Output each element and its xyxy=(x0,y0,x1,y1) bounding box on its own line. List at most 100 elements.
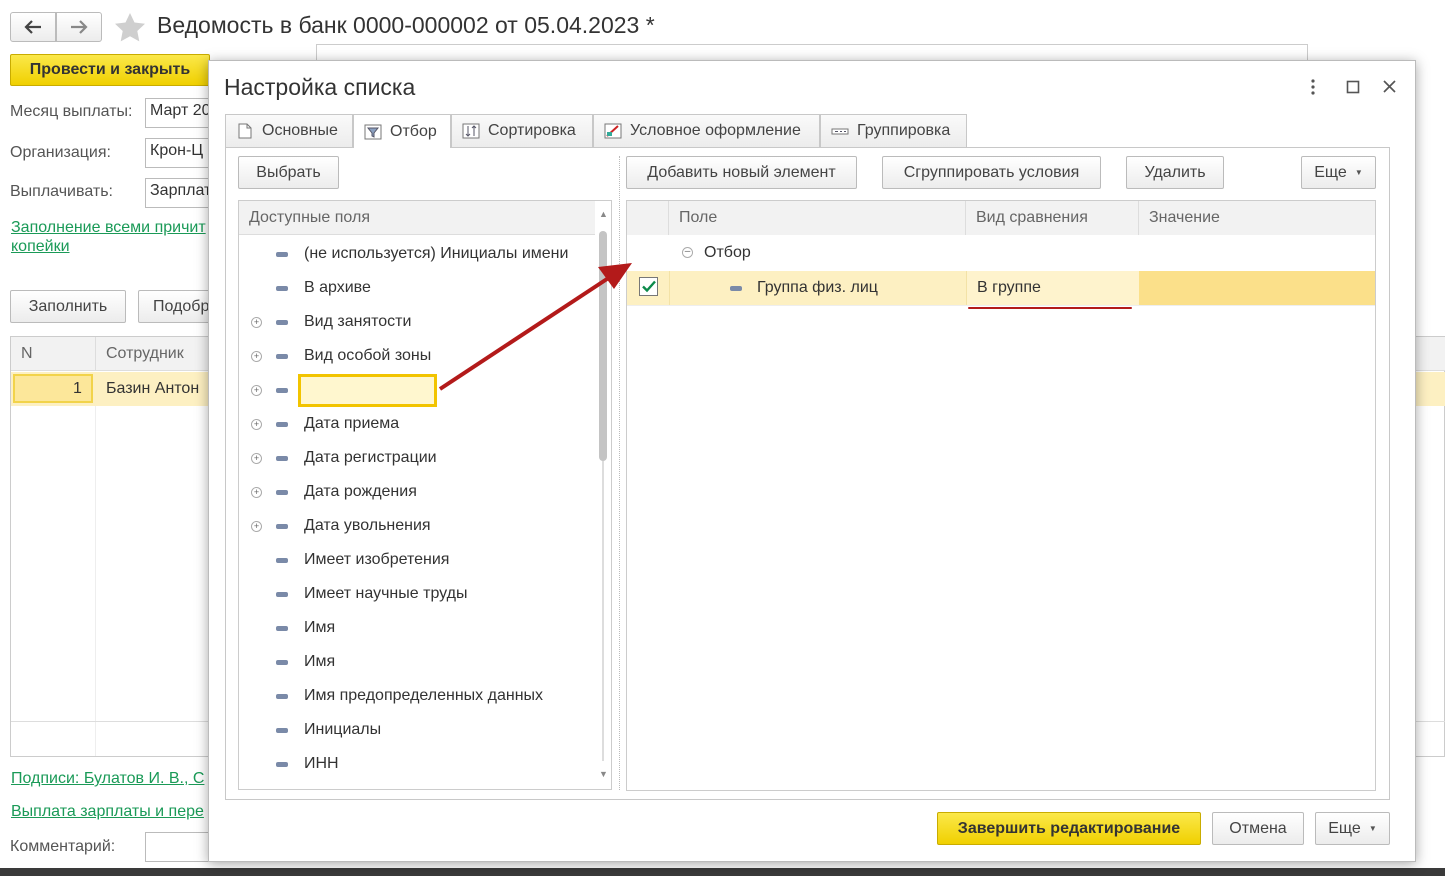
field-item[interactable]: Имя предопределенных данных xyxy=(239,679,594,713)
field-item[interactable]: + Дата приема xyxy=(239,407,594,441)
arrow-right-icon xyxy=(71,20,88,34)
close-icon[interactable] xyxy=(1382,79,1397,98)
field-item-label: ИНН xyxy=(304,755,339,772)
organization-label: Организация: xyxy=(10,144,111,161)
field-item-label: Дата приема xyxy=(304,415,400,432)
pay-type-label: Выплачивать: xyxy=(10,183,113,200)
comment-label: Комментарий: xyxy=(10,838,116,855)
more-button[interactable]: Еще ▼ xyxy=(1301,156,1376,189)
condition-checkbox[interactable] xyxy=(639,277,658,296)
scroll-down-arrow-icon[interactable]: ▼ xyxy=(599,769,608,779)
field-item[interactable]: + Дата рождения xyxy=(239,475,594,509)
field-item-label: Дата регистрации xyxy=(304,449,437,466)
field-dash-icon xyxy=(276,353,288,359)
finish-editing-button[interactable]: Завершить редактирование xyxy=(937,812,1201,845)
tab-sorting-label: Сортировка xyxy=(488,122,576,139)
field-dash-icon xyxy=(276,523,288,529)
more-menu-icon[interactable] xyxy=(1306,78,1320,96)
field-item[interactable]: Инициалы xyxy=(239,713,594,747)
footer-more-button[interactable]: Еще ▼ xyxy=(1315,812,1390,845)
field-dash-icon xyxy=(276,659,288,665)
field-item[interactable]: + Дата увольнения xyxy=(239,509,594,543)
field-dash-icon xyxy=(276,421,288,427)
col-field[interactable]: Поле xyxy=(669,201,966,235)
condition-field[interactable]: Группа физ. лиц xyxy=(757,279,878,297)
field-dash-icon xyxy=(276,727,288,733)
expand-icon[interactable]: + xyxy=(251,316,262,328)
add-new-element-button[interactable]: Добавить новый элемент xyxy=(626,156,857,189)
field-item-label: Имя предопределенных данных xyxy=(304,687,544,704)
cancel-button[interactable]: Отмена xyxy=(1212,812,1304,845)
field-dash-icon xyxy=(276,251,288,257)
collapse-icon[interactable]: – xyxy=(682,247,693,258)
field-item[interactable]: Имеет научные труды xyxy=(239,577,594,611)
tab-conditional-format-label: Условное оформление xyxy=(630,122,801,139)
payout-link[interactable]: Выплата зарплаты и пере xyxy=(11,803,204,821)
fill-mode-link[interactable]: Заполнение всеми причит xyxy=(11,219,206,237)
field-item[interactable]: Имя xyxy=(239,611,594,645)
tab-main-label: Основные xyxy=(262,122,338,139)
fill-mode-link-cont[interactable]: копейки xyxy=(11,238,70,256)
maximize-icon[interactable] xyxy=(1346,80,1360,98)
filter-condition-row[interactable]: Группа физ. лиц В группе xyxy=(627,271,1375,305)
expand-icon[interactable]: + xyxy=(251,350,262,362)
field-item-label: В архиве xyxy=(304,279,371,296)
fill-button[interactable]: Заполнить xyxy=(10,290,126,323)
col-value[interactable]: Значение xyxy=(1139,201,1375,235)
highlighted-field-box xyxy=(298,374,437,407)
condition-value-cell[interactable] xyxy=(1139,271,1375,305)
filter-conditions-table: Поле Вид сравнения Значение – Отбор Груп… xyxy=(626,200,1376,791)
favorite-star-icon[interactable] xyxy=(114,12,146,46)
filter-icon xyxy=(364,124,382,140)
field-item-label: Инициалы xyxy=(304,721,382,738)
scroll-up-arrow-icon[interactable]: ▲ xyxy=(599,209,608,219)
col-header-employee[interactable]: Сотрудник xyxy=(106,345,184,363)
signatures-link[interactable]: Подписи: Булатов И. В., С xyxy=(11,770,204,788)
condition-field-dash-icon xyxy=(730,286,742,291)
field-item[interactable]: + Дата регистрации xyxy=(239,441,594,475)
back-button[interactable] xyxy=(10,12,56,42)
expand-icon[interactable]: + xyxy=(251,520,262,532)
delete-button[interactable]: Удалить xyxy=(1126,156,1224,189)
post-and-close-button[interactable]: Провести и закрыть xyxy=(10,54,210,86)
field-item[interactable]: Имя xyxy=(239,645,594,679)
tab-sorting[interactable]: Сортировка xyxy=(451,114,593,147)
month-field[interactable]: Март 20 xyxy=(145,98,215,128)
tab-main[interactable]: Основные xyxy=(225,114,353,147)
tab-filter[interactable]: Отбор xyxy=(353,114,451,148)
expand-icon[interactable]: + xyxy=(251,384,262,396)
field-item[interactable]: ИНН xyxy=(239,747,594,781)
field-dash-icon xyxy=(276,285,288,291)
pane-splitter[interactable] xyxy=(619,156,620,790)
field-dash-icon xyxy=(276,761,288,767)
field-item[interactable]: Имеет изобретения xyxy=(239,543,594,577)
comparison-underline xyxy=(968,307,1132,309)
arrow-left-icon xyxy=(24,20,41,34)
select-button[interactable]: Выбрать xyxy=(238,156,339,189)
chevron-down-icon: ▼ xyxy=(1368,824,1377,833)
col-header-n[interactable]: N xyxy=(21,345,33,363)
conditional-format-icon xyxy=(604,123,622,139)
expand-icon[interactable]: + xyxy=(251,486,262,498)
field-item-label: Вид занятости xyxy=(304,313,412,330)
field-item-label: Вид особой зоны xyxy=(304,347,432,364)
filter-root-row[interactable]: – Отбор xyxy=(627,236,1375,270)
forward-button[interactable] xyxy=(56,12,102,42)
tab-conditional-format[interactable]: Условное оформление xyxy=(593,114,820,147)
organization-field[interactable]: Крон-Ц xyxy=(145,138,215,168)
pay-type-field[interactable]: Зарплат xyxy=(145,178,215,208)
row-employee[interactable]: Базин Антон xyxy=(106,380,199,398)
group-conditions-button[interactable]: Сгруппировать условия xyxy=(882,156,1101,189)
grouping-icon xyxy=(831,123,849,139)
col-comparison[interactable]: Вид сравнения xyxy=(966,201,1139,235)
tab-grouping[interactable]: Группировка xyxy=(820,114,967,147)
document-title: Ведомость в банк 0000-000002 от 05.04.20… xyxy=(157,12,655,38)
field-dash-icon xyxy=(276,387,288,393)
field-dash-icon xyxy=(276,591,288,597)
field-item-label: Имя xyxy=(304,653,336,670)
expand-icon[interactable]: + xyxy=(251,418,262,430)
condition-comparison-cell[interactable]: В группе xyxy=(966,271,1139,305)
sort-icon xyxy=(462,123,480,139)
expand-icon[interactable]: + xyxy=(251,452,262,464)
tab-grouping-label: Группировка xyxy=(857,122,951,139)
